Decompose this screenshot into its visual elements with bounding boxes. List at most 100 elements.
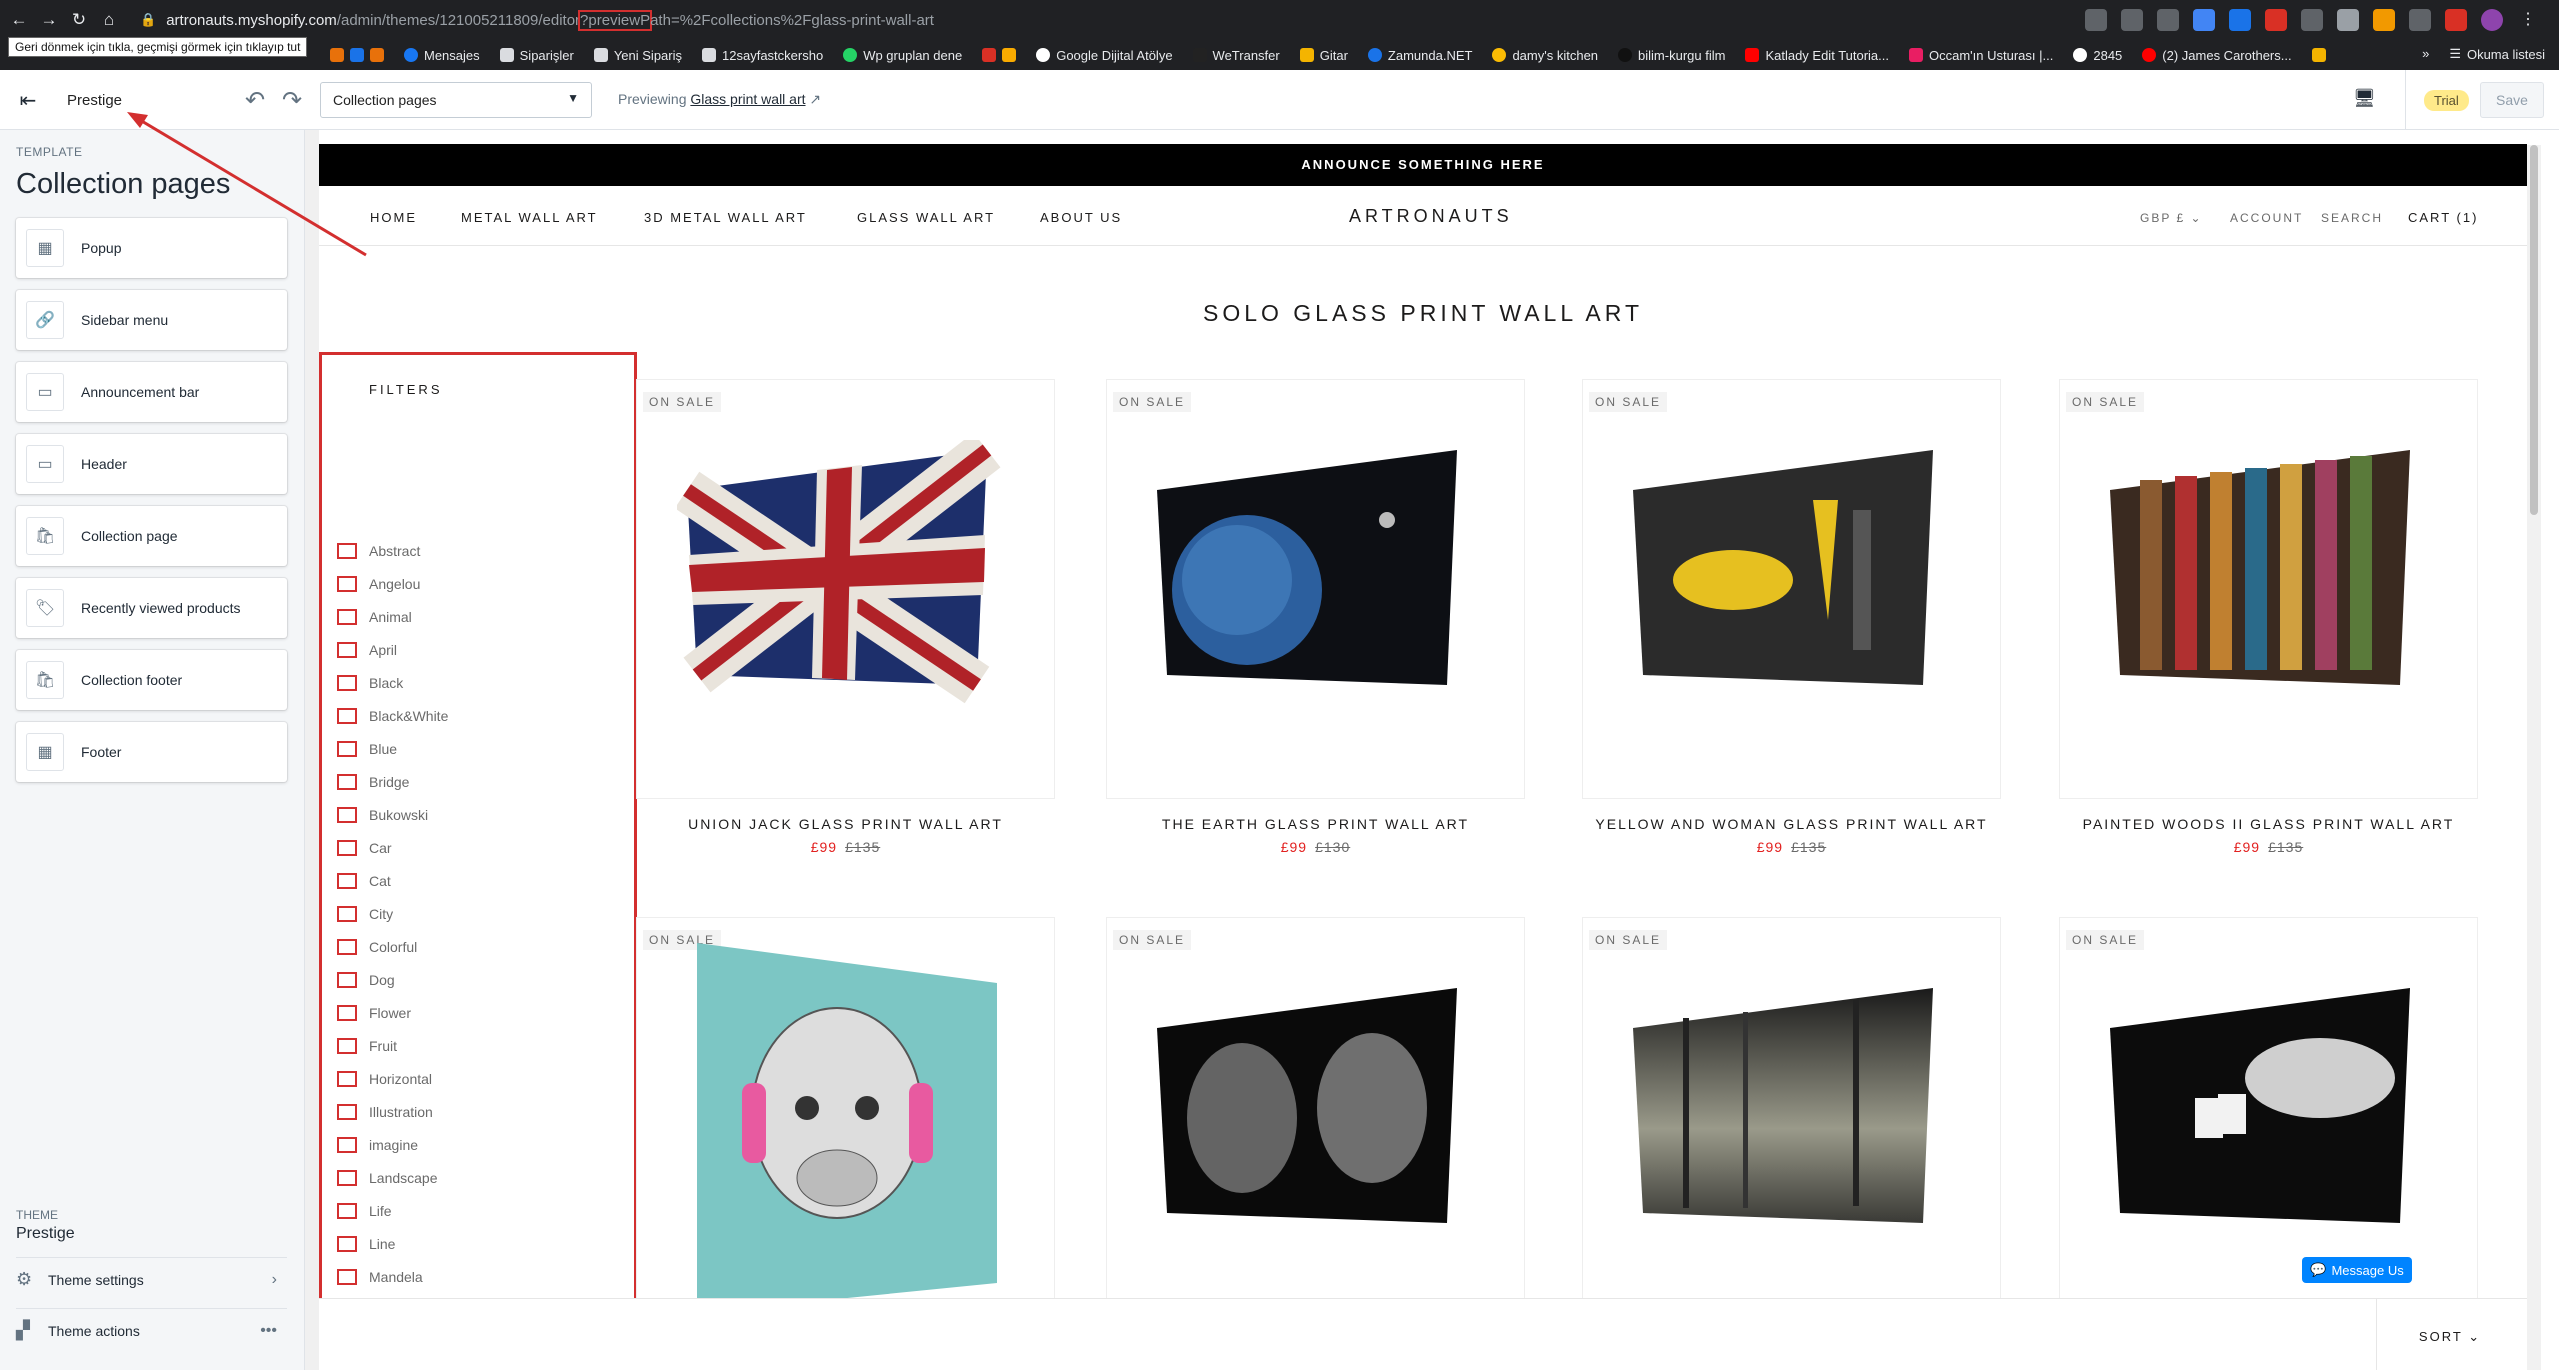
extension-icon[interactable] <box>2193 9 2215 31</box>
bookmark[interactable]: (2) James Carothers... <box>2142 48 2292 63</box>
bookmark[interactable]: Katlady Edit Tutoria... <box>1745 48 1889 63</box>
translate-icon[interactable] <box>2085 9 2107 31</box>
redo-icon[interactable]: ↷ <box>282 86 302 115</box>
nav-glass-wall-art[interactable]: GLASS WALL ART <box>857 210 995 225</box>
section-sidebar-menu[interactable]: 🔗 Sidebar menu <box>16 290 287 350</box>
product-title[interactable]: YELLOW AND WOMAN GLASS PRINT WALL ART <box>1583 816 2000 832</box>
section-header[interactable]: ▭ Header <box>16 434 287 494</box>
product-card[interactable]: ON SALE <box>637 918 1054 1336</box>
product-card[interactable]: ON SALE <box>1107 918 1524 1336</box>
section-announcement-bar[interactable]: ▭ Announcement bar <box>16 362 287 422</box>
filter-checkbox[interactable] <box>337 807 357 823</box>
product-card[interactable]: ON SALE YELLOW AND WOMAN GLASS PRINT WAL… <box>1583 380 2000 855</box>
more-icon[interactable]: ••• <box>260 1322 277 1340</box>
bookmark[interactable]: WeTransfer <box>1192 48 1280 63</box>
home-icon[interactable]: ⌂ <box>98 10 120 30</box>
eye-icon[interactable] <box>2121 9 2143 31</box>
extension-icon[interactable] <box>2445 9 2467 31</box>
filter-checkbox[interactable] <box>337 576 357 592</box>
filter-item[interactable]: Black&White <box>337 708 448 724</box>
product-title[interactable]: PAINTED WOODS II GLASS PRINT WALL ART <box>2060 816 2477 832</box>
menu-icon[interactable]: ⋮ <box>2517 9 2539 31</box>
theme-actions[interactable]: ▞ Theme actions ••• <box>16 1308 287 1352</box>
section-popup[interactable]: ▦ Popup <box>16 218 287 278</box>
search-link[interactable]: SEARCH <box>2321 211 2383 225</box>
filter-checkbox[interactable] <box>337 1038 357 1054</box>
filter-item[interactable]: Colorful <box>337 939 417 955</box>
sort-button[interactable]: SORT ⌄ <box>2373 1329 2527 1345</box>
bookmark[interactable]: Mensajes <box>404 48 480 63</box>
filter-item[interactable]: April <box>337 642 397 658</box>
filter-checkbox[interactable] <box>337 1170 357 1186</box>
filter-checkbox[interactable] <box>337 1236 357 1252</box>
address-input[interactable]: 🔒 artronauts.myshopify.com/admin/themes/… <box>140 9 934 31</box>
section-footer[interactable]: ▦ Footer <box>16 722 287 782</box>
filter-checkbox[interactable] <box>337 906 357 922</box>
filter-item[interactable]: Line <box>337 1236 395 1252</box>
filter-checkbox[interactable] <box>337 1137 357 1153</box>
bookmark[interactable]: Occam'ın Usturası |... <box>1909 48 2053 63</box>
reload-icon[interactable]: ↻ <box>68 10 90 30</box>
filter-checkbox[interactable] <box>337 774 357 790</box>
product-card[interactable]: ON SALE PAINTED WOODS II GLASS PRINT WAL… <box>2060 380 2477 855</box>
page-select[interactable]: Collection pages ▼ <box>320 82 592 118</box>
product-card[interactable]: ON SALE THE EARTH GLASS PRINT WALL ART £… <box>1107 380 1524 855</box>
bookmark[interactable]: Gitar <box>1299 48 1348 63</box>
filter-item[interactable]: Cat <box>337 873 391 889</box>
bookmarks-overflow-icon[interactable]: » <box>2422 46 2429 62</box>
bookmark[interactable]: Google Dijital Atölye <box>1036 48 1173 63</box>
undo-icon[interactable]: ↶ <box>245 86 265 115</box>
product-card[interactable]: ON SALE UNION JACK GLASS PRINT WALL ART … <box>637 380 1054 855</box>
filter-checkbox[interactable] <box>337 609 357 625</box>
save-button[interactable]: Save <box>2480 82 2544 118</box>
extension-icon[interactable] <box>2373 9 2395 31</box>
back-icon[interactable]: ← <box>8 10 30 30</box>
bookmark[interactable]: Siparişler <box>499 48 574 63</box>
bookmark[interactable]: Zamunda.NET <box>1367 48 1472 63</box>
theme-settings[interactable]: ⚙ Theme settings › <box>16 1257 287 1301</box>
nav-home[interactable]: HOME <box>370 210 417 225</box>
filter-item[interactable]: Horizontal <box>337 1071 432 1087</box>
exit-icon[interactable]: ⇤ <box>16 88 40 112</box>
nav-metal-wall-art[interactable]: METAL WALL ART <box>461 210 598 225</box>
filter-item[interactable]: Bridge <box>337 774 409 790</box>
product-title[interactable]: UNION JACK GLASS PRINT WALL ART <box>637 816 1054 832</box>
forward-icon[interactable]: → <box>38 10 60 30</box>
reading-list[interactable]: ☰ Okuma listesi <box>2449 46 2545 62</box>
filter-checkbox[interactable] <box>337 873 357 889</box>
store-logo[interactable]: ARTRONAUTS <box>1349 206 1513 227</box>
filter-item[interactable]: Dog <box>337 972 395 988</box>
filter-checkbox[interactable] <box>337 1203 357 1219</box>
filter-item[interactable]: Car <box>337 840 392 856</box>
preview-scrollbar[interactable] <box>2527 145 2541 1370</box>
section-collection-page[interactable]: 🛍 Collection page <box>16 506 287 566</box>
filter-item[interactable]: Life <box>337 1203 392 1219</box>
avatar[interactable] <box>2481 9 2503 31</box>
filter-item[interactable]: Abstract <box>337 543 420 559</box>
filter-item[interactable]: Animal <box>337 609 412 625</box>
bookmark[interactable]: 2845 <box>2073 48 2122 63</box>
bookmark[interactable] <box>330 48 384 62</box>
filter-checkbox[interactable] <box>337 741 357 757</box>
filter-item[interactable]: imagine <box>337 1137 418 1153</box>
filter-checkbox[interactable] <box>337 1269 357 1285</box>
filter-checkbox[interactable] <box>337 840 357 856</box>
cart-link[interactable]: CART (1) <box>2408 210 2478 225</box>
section-collection-footer[interactable]: 🛍 Collection footer <box>16 650 287 710</box>
filter-item[interactable]: Landscape <box>337 1170 438 1186</box>
nav-about-us[interactable]: ABOUT US <box>1040 210 1122 225</box>
filter-item[interactable]: Fruit <box>337 1038 397 1054</box>
puzzle-icon[interactable] <box>2409 9 2431 31</box>
product-card[interactable]: ON SALE <box>2060 918 2477 1336</box>
filter-item[interactable]: Blue <box>337 741 397 757</box>
desktop-icon[interactable]: 🖥 <box>2353 88 2376 109</box>
filter-checkbox[interactable] <box>337 708 357 724</box>
scrollbar-thumb[interactable] <box>2530 145 2538 515</box>
extension-icon[interactable] <box>2337 9 2359 31</box>
external-link-icon[interactable]: ↗ <box>809 91 821 107</box>
filter-item[interactable]: Black <box>337 675 403 691</box>
filter-checkbox[interactable] <box>337 972 357 988</box>
filter-checkbox[interactable] <box>337 675 357 691</box>
product-title[interactable]: THE EARTH GLASS PRINT WALL ART <box>1107 816 1524 832</box>
bookmark[interactable]: Yeni Sipariş <box>593 48 682 63</box>
